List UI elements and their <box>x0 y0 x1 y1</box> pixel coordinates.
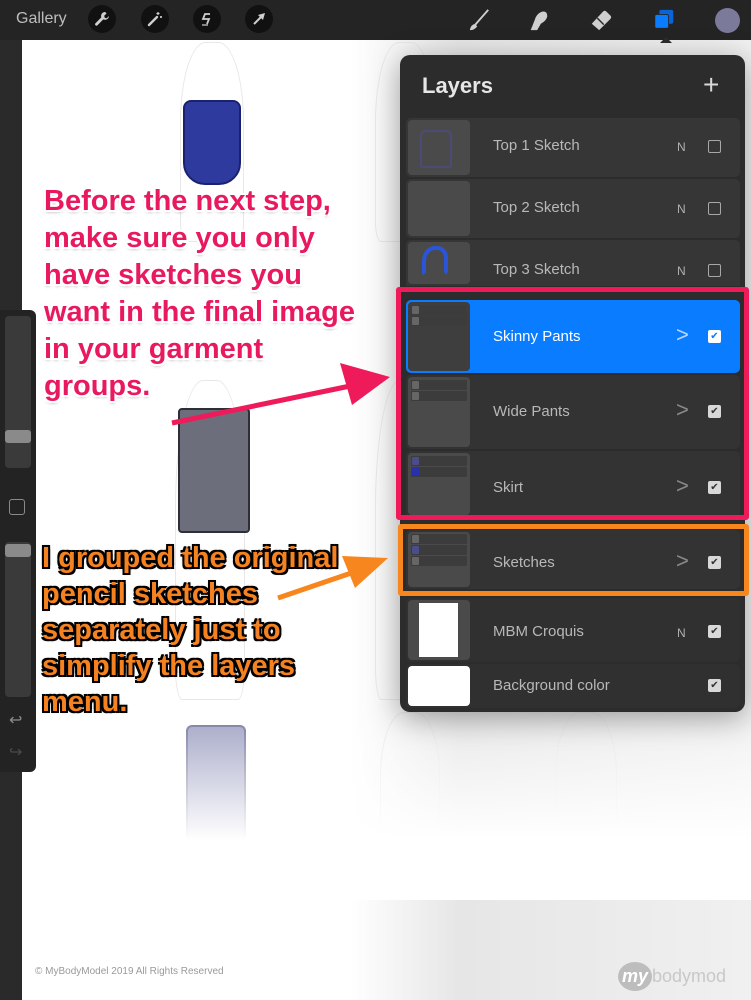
erase-button[interactable] <box>588 7 614 33</box>
paint-button[interactable] <box>466 7 492 33</box>
layers-button[interactable] <box>651 7 677 33</box>
layer-thumbnail <box>408 242 470 284</box>
adjustments-button[interactable] <box>141 5 169 33</box>
layer-name: Top 3 Sketch <box>493 261 580 278</box>
opacity-slider[interactable] <box>5 542 31 697</box>
layer-thumbnail <box>408 181 470 236</box>
selection-icon <box>201 13 211 26</box>
popover-caret <box>660 37 672 43</box>
layer-thumbnail <box>408 600 470 660</box>
mybodymodel-logo: my bodymod <box>618 962 726 991</box>
layer-row[interactable]: MBM Croquis N ✔ <box>406 598 740 662</box>
visibility-checkbox[interactable] <box>708 264 721 277</box>
transform-button[interactable] <box>245 5 273 33</box>
skirt-sketch <box>183 100 241 185</box>
modify-button[interactable] <box>9 499 25 515</box>
eraser-icon <box>591 10 612 31</box>
gallery-button[interactable]: Gallery <box>16 10 67 28</box>
visibility-checkbox[interactable] <box>708 202 721 215</box>
logo-text: bodymod <box>652 966 727 986</box>
pink-annotation: Before the next step, make sure you only… <box>44 185 355 402</box>
smudge-icon <box>530 11 548 31</box>
redo-icon[interactable]: ↪ <box>9 742 22 762</box>
brush-size-thumb[interactable] <box>5 430 31 443</box>
actions-button[interactable] <box>88 5 116 33</box>
layer-row[interactable]: Background color ✔ <box>406 664 740 708</box>
blend-mode-button[interactable]: N <box>677 264 686 278</box>
smudge-button[interactable] <box>526 7 552 33</box>
layer-name: MBM Croquis <box>493 623 584 640</box>
undo-icon[interactable]: ↩ <box>9 710 22 730</box>
copyright-text: © MyBodyModel 2019 All Rights Reserved <box>35 966 224 977</box>
layers-panel-title: Layers <box>422 73 493 98</box>
layer-name: Background color <box>493 677 610 694</box>
layer-name: Top 2 Sketch <box>493 199 580 216</box>
opacity-thumb[interactable] <box>5 544 31 557</box>
blend-mode-button[interactable]: N <box>677 140 686 154</box>
left-sidebar: ↩ ↪ <box>0 310 36 772</box>
logo-my: my <box>618 962 653 991</box>
orange-annotation: I grouped the original pencil sketches s… <box>42 542 339 718</box>
selection-button[interactable] <box>193 5 221 33</box>
layer-row[interactable]: Top 3 Sketch N <box>406 240 740 286</box>
visibility-checkbox[interactable] <box>708 140 721 153</box>
brush-size-slider[interactable] <box>5 316 31 468</box>
transform-arrow-icon <box>253 13 265 25</box>
blend-mode-button[interactable]: N <box>677 202 686 216</box>
add-layer-button[interactable]: + <box>703 69 719 101</box>
layer-row[interactable]: Top 2 Sketch N <box>406 179 740 238</box>
layer-thumbnail <box>408 120 470 175</box>
brush-icon <box>469 9 489 31</box>
layers-icon <box>654 9 674 29</box>
top-toolbar: Gallery <box>0 0 751 40</box>
canvas-fade <box>22 700 751 900</box>
highlight-garment-groups <box>396 287 749 520</box>
visibility-checkbox[interactable]: ✔ <box>708 625 721 638</box>
layer-name: Top 1 Sketch <box>493 137 580 154</box>
background-color-swatch[interactable] <box>408 666 470 706</box>
color-picker-button[interactable] <box>715 8 740 33</box>
layer-row[interactable]: Top 1 Sketch N <box>406 118 740 177</box>
visibility-checkbox[interactable]: ✔ <box>708 679 721 692</box>
wrench-icon <box>95 12 109 26</box>
wide-pants-sketch <box>178 408 250 533</box>
blend-mode-button[interactable]: N <box>677 626 686 640</box>
magic-wand-icon <box>147 12 162 27</box>
highlight-sketches-group <box>398 524 749 596</box>
